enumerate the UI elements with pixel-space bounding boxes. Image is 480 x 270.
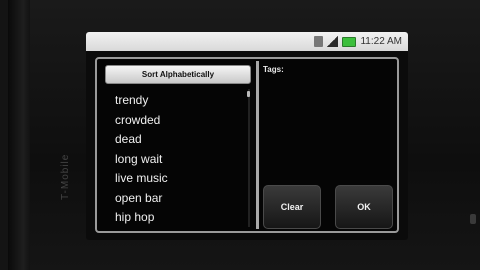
ok-button[interactable]: OK xyxy=(335,185,393,229)
selected-tags-pane: Tags: Clear OK xyxy=(263,63,393,229)
sort-alphabetically-button[interactable]: Sort Alphabetically xyxy=(105,65,251,84)
tag-item[interactable]: hip hop xyxy=(115,208,245,228)
tag-item[interactable]: trendy xyxy=(115,91,245,111)
wifi-icon xyxy=(314,36,324,47)
tag-item[interactable]: crowded xyxy=(115,111,245,131)
battery-icon xyxy=(342,36,357,47)
tags-label: Tags: xyxy=(263,65,284,74)
tag-item[interactable]: long wait xyxy=(115,150,245,170)
signal-icon xyxy=(327,36,339,47)
tag-item[interactable]: open bar xyxy=(115,189,245,209)
tag-item[interactable]: live music xyxy=(115,169,245,189)
tag-list-pane: Sort Alphabetically trendy crowded dead … xyxy=(101,63,253,227)
tag-list: trendy crowded dead long wait live music… xyxy=(115,91,245,228)
status-clock: 11:22 AM xyxy=(360,36,402,47)
list-scroll-thumb[interactable] xyxy=(247,91,250,97)
list-scrollbar[interactable] xyxy=(248,89,250,227)
carrier-brand: T-Mobile xyxy=(60,153,71,200)
hardware-button xyxy=(470,214,476,224)
tag-item[interactable]: dead xyxy=(115,130,245,150)
phone-screen: 11:22 AM Sort Alphabetically trendy crow… xyxy=(86,32,408,240)
clear-button[interactable]: Clear xyxy=(263,185,321,229)
phone-edge xyxy=(8,0,30,270)
tag-dialog: Sort Alphabetically trendy crowded dead … xyxy=(95,57,399,233)
pane-divider xyxy=(256,61,259,229)
status-bar: 11:22 AM xyxy=(86,32,408,51)
